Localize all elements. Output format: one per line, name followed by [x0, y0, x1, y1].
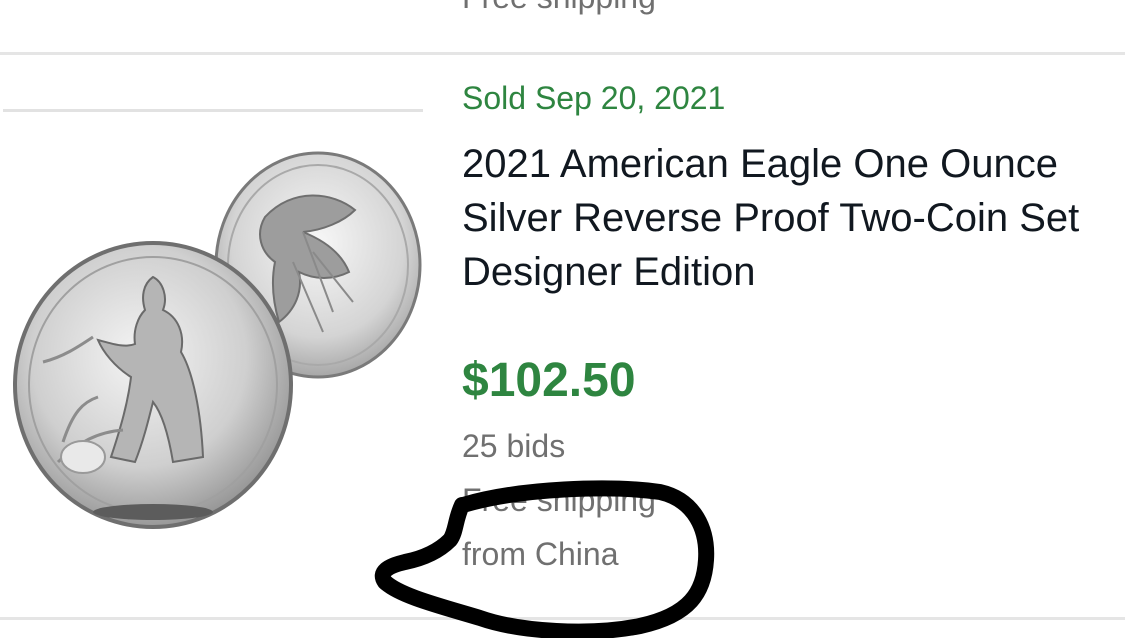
listing-divider-bottom	[0, 617, 1125, 620]
sold-listing-item[interactable]: Sold Sep 20, 2021 2021 American Eagle On…	[0, 55, 1125, 617]
sold-date: Sold Sep 20, 2021	[462, 80, 726, 116]
item-location: from China	[462, 536, 619, 572]
shipping-info: Free shipping	[462, 482, 656, 518]
previous-listing-shipping: Free shipping	[462, 0, 656, 16]
silver-eagle-coins-image	[13, 151, 422, 529]
listing-title[interactable]: 2021 American Eagle One Ounce Silver Rev…	[462, 137, 1112, 299]
listing-price: $102.50	[462, 354, 636, 407]
bid-count: 25 bids	[462, 428, 566, 464]
listing-thumbnail[interactable]	[3, 109, 423, 529]
